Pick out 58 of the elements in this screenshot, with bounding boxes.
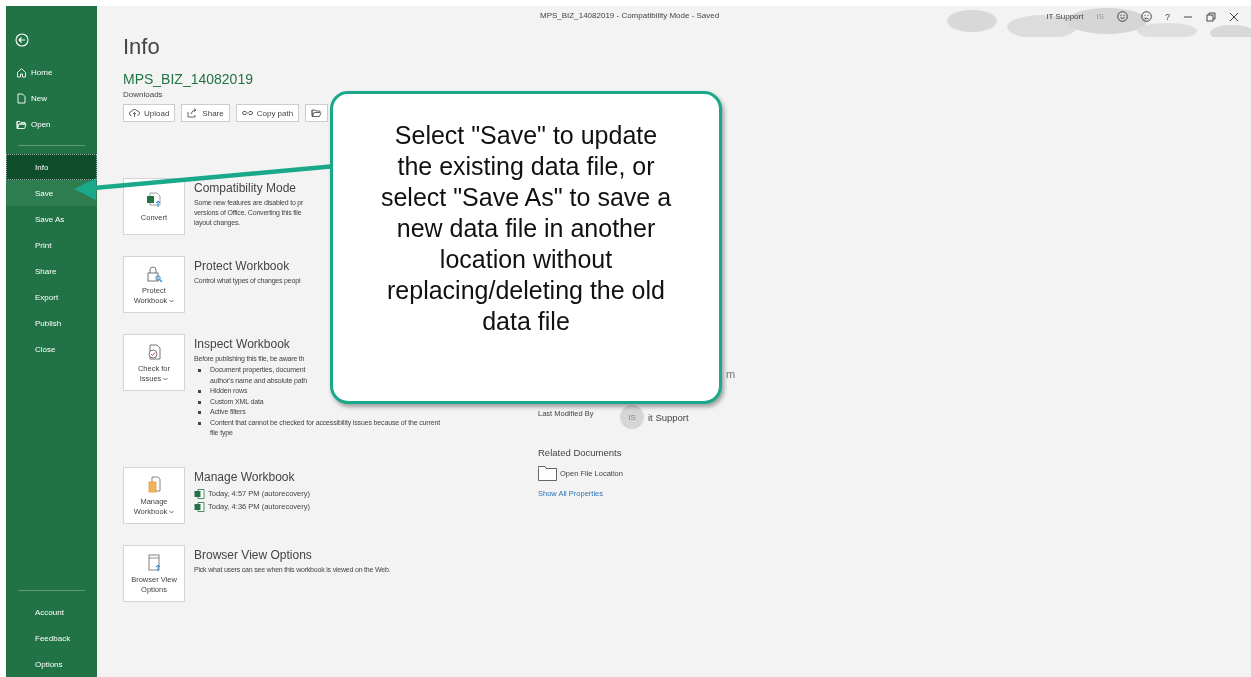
section-title: Manage Workbook bbox=[194, 470, 296, 485]
bullet-icon bbox=[198, 390, 201, 393]
sidebar-item[interactable]: Print bbox=[6, 232, 97, 258]
sidebar-item[interactable]: Save bbox=[6, 180, 97, 206]
sidebar-item[interactable]: Save As bbox=[6, 206, 97, 232]
sidebar-item[interactable]: Home bbox=[6, 59, 97, 85]
modifier-name: it Support bbox=[648, 412, 689, 423]
help-button[interactable]: ? bbox=[1165, 11, 1170, 22]
chevron-down-icon bbox=[169, 298, 175, 303]
folder-icon bbox=[311, 108, 323, 118]
sidebar-item[interactable]: Export bbox=[6, 284, 97, 310]
back-icon[interactable] bbox=[15, 33, 29, 47]
restore-icon[interactable] bbox=[1206, 11, 1216, 22]
sidebar-item[interactable]: Account bbox=[6, 599, 97, 625]
folder-button[interactable] bbox=[305, 104, 329, 122]
section-title: Protect Workbook bbox=[194, 259, 291, 274]
sidebar-item[interactable]: Open bbox=[6, 111, 97, 137]
user-avatar: IS bbox=[620, 405, 644, 429]
sidebar-item[interactable]: Feedback bbox=[6, 625, 97, 651]
section-title: Compatibility Mode bbox=[194, 181, 298, 196]
bullet-icon bbox=[198, 411, 201, 414]
bullet-icon bbox=[198, 369, 201, 372]
window-title: MPS_BIZ_14082019 - Compatibility Mode - Saved bbox=[540, 11, 720, 20]
chevron-down-icon bbox=[169, 509, 175, 514]
section-title: Browser View Options bbox=[194, 548, 313, 563]
home-icon bbox=[16, 66, 27, 78]
sidebar-item[interactable]: Close bbox=[6, 336, 97, 362]
sidebar-item[interactable]: Publish bbox=[6, 310, 97, 336]
file-location: Downloads bbox=[123, 90, 164, 99]
cloud-upload-icon bbox=[129, 108, 140, 118]
spreadsheet-icon bbox=[194, 488, 205, 499]
share-icon bbox=[187, 108, 199, 118]
sidebar-item[interactable]: Options bbox=[6, 651, 97, 677]
section-heading: Related Documents bbox=[538, 447, 623, 458]
link-icon bbox=[241, 108, 253, 118]
file-action-button[interactable]: Upload bbox=[123, 104, 176, 122]
page-title: Info bbox=[123, 33, 160, 61]
sidebar-item[interactable]: New bbox=[6, 85, 97, 111]
spreadsheet-icon bbox=[194, 501, 205, 512]
smile-icon[interactable] bbox=[1117, 11, 1128, 22]
document-icon bbox=[16, 92, 27, 104]
sidebar-item[interactable]: Info bbox=[6, 154, 97, 180]
bullet-icon bbox=[198, 400, 201, 404]
section-title: Inspect Workbook bbox=[194, 337, 291, 352]
file-action-button[interactable]: Copy path bbox=[235, 104, 300, 122]
user-name[interactable]: IT Support bbox=[1046, 12, 1084, 21]
close-icon[interactable] bbox=[1229, 11, 1239, 22]
lock-icon bbox=[144, 263, 164, 284]
file-action-button[interactable]: Share bbox=[181, 104, 230, 122]
folder-icon bbox=[16, 118, 27, 130]
chevron-down-icon bbox=[163, 376, 169, 381]
property-text: m bbox=[726, 369, 736, 379]
frown-icon[interactable] bbox=[1141, 11, 1152, 22]
folder-icon bbox=[538, 466, 557, 481]
file-name: MPS_BIZ_14082019 bbox=[123, 70, 254, 88]
bullet-icon bbox=[198, 421, 201, 425]
callout-text: Select "Save" to update the existing data file, or select "Save As" to save a new data file in another location without replacing/deleting the old data file bbox=[379, 120, 673, 337]
sidebar-item[interactable]: Share bbox=[6, 258, 97, 284]
